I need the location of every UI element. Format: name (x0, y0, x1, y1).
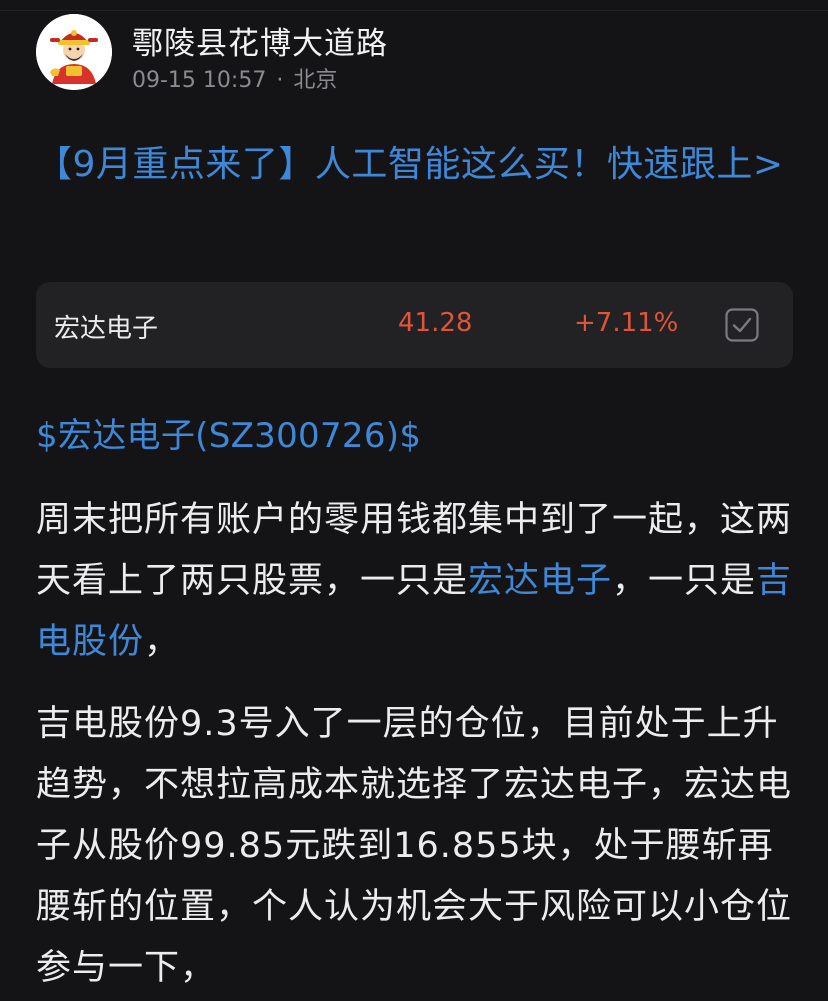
stock-name: 宏达电子 (54, 314, 159, 344)
post-paragraph: 周末把所有账户的零用钱都集中到了一起，这两天看上了两只股票，一只是宏达电子，一只… (36, 490, 796, 673)
avatar[interactable] (36, 14, 112, 90)
meta-separator: · (276, 68, 284, 93)
post-header: 鄠陵县花博大道路 09-15 10:57 · 北京 (36, 14, 796, 94)
stock-quote-card[interactable]: 宏达电子 41.28 +7.11% (36, 282, 793, 368)
stock-price: 41.28 (398, 308, 473, 338)
post-paragraph: 吉电股份9.3号入了一层的仓位，目前处于上升趋势，不想拉高成本就选择了宏达电子，… (36, 704, 793, 988)
top-divider (0, 0, 828, 11)
checkmark-icon (725, 308, 759, 342)
author-name[interactable]: 鄠陵县花博大道路 (132, 18, 388, 63)
post-time: 09-15 10:57 (132, 68, 267, 93)
post-location: 北京 (293, 68, 338, 93)
post-headline-link[interactable]: 【9月重点来了】人工智能这么买！快速跟上> (36, 136, 796, 194)
stock-ticker-tag[interactable]: $宏达电子(SZ300726)$ (36, 408, 421, 457)
checkbox-icon[interactable] (725, 308, 759, 342)
paragraph-text: ，一只是 (612, 561, 757, 601)
post-meta: 09-15 10:57 · 北京 (132, 62, 337, 94)
stock-change-percent: +7.11% (574, 308, 679, 338)
paragraph-text: ， (144, 622, 181, 662)
stock-link-hongda[interactable]: 宏达电子 (468, 561, 612, 601)
cartoon-avatar-icon (36, 14, 112, 90)
